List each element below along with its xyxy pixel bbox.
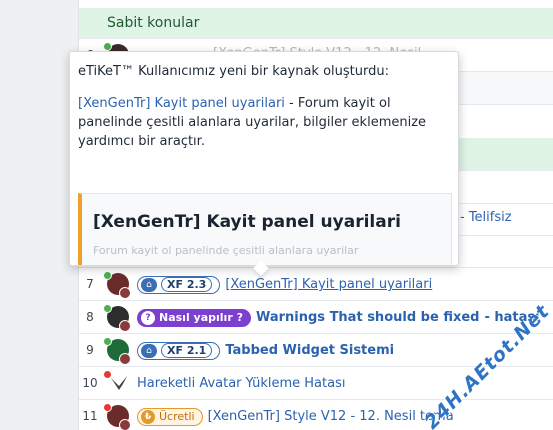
table-row[interactable]: 8 ? Nasıl yapılır ? Warnings That should… bbox=[79, 300, 553, 333]
resource-link[interactable]: [XenGenTr] Kayit panel uyarilari bbox=[78, 96, 285, 111]
preview-faded-text: Forum kayit ol panelinde çesitli alanlar… bbox=[93, 244, 359, 257]
sticky-threads-label: Sabit konular bbox=[107, 15, 200, 31]
question-icon: ? bbox=[141, 310, 155, 325]
tooltip-intro: eTiKeT™ Kullanıcımız yeni bir kaynak olu… bbox=[78, 64, 389, 79]
howto-prefix-badge[interactable]: ? Nasıl yapılır ? bbox=[137, 308, 251, 327]
table-row[interactable]: 11 ₺ Ücretli [XenGenTr] Style V12 - 12. … bbox=[79, 399, 553, 430]
left-gutter bbox=[0, 0, 78, 430]
resource-preview-tooltip: eTiKeT™ Kullanıcımız yeni bir kaynak olu… bbox=[69, 51, 459, 266]
thread-title-link[interactable]: [XenGenTr] Kayit panel uyarilari bbox=[225, 277, 432, 292]
tooltip-message: eTiKeT™ Kullanıcımız yeni bir kaynak olu… bbox=[78, 62, 450, 151]
thread-title-link[interactable]: [XenGenTr] Style V12 - 12. Nesil tema bbox=[208, 409, 454, 424]
row-number: 10 bbox=[82, 376, 98, 390]
lira-icon: ₺ bbox=[141, 409, 155, 424]
thread-title-link[interactable]: Tabbed Widget Sistemi bbox=[225, 343, 394, 358]
home-icon: ⌂ bbox=[141, 277, 157, 292]
row-number: 8 bbox=[86, 310, 94, 324]
paid-prefix-badge[interactable]: ₺ Ücretli bbox=[137, 407, 203, 426]
row-number: 9 bbox=[86, 343, 94, 357]
preview-title: [XenGenTr] Kayit panel uyarilari bbox=[93, 212, 401, 232]
row-suffix-telifsiz[interactable]: - Telifsiz bbox=[460, 210, 512, 225]
xenforo-version-badge[interactable]: ⌂ XF 2.1 bbox=[137, 341, 221, 360]
avatar[interactable] bbox=[103, 337, 133, 365]
table-row[interactable]: 7 ⌂ XF 2.3 [XenGenTr] Kayit panel uyaril… bbox=[79, 267, 553, 300]
home-icon: ⌂ bbox=[141, 343, 157, 358]
sticky-threads-header: Sabit konular bbox=[79, 8, 553, 38]
row-number: 11 bbox=[82, 409, 98, 423]
thread-title-link[interactable]: Hareketli Avatar Yükleme Hatası bbox=[137, 376, 345, 391]
avatar[interactable] bbox=[103, 271, 133, 299]
avatar[interactable] bbox=[103, 403, 133, 430]
row-number: 7 bbox=[86, 277, 94, 291]
avatar[interactable] bbox=[103, 370, 133, 398]
avatar[interactable] bbox=[103, 304, 133, 332]
resource-preview-card[interactable]: [XenGenTr] Kayit panel uyarilari Forum k… bbox=[78, 193, 452, 265]
bird-logo-icon bbox=[109, 372, 131, 394]
xenforo-version-badge[interactable]: ⌂ XF 2.3 bbox=[137, 275, 221, 294]
thread-title-link[interactable]: Warnings That should be fixed bbox=[256, 310, 480, 325]
